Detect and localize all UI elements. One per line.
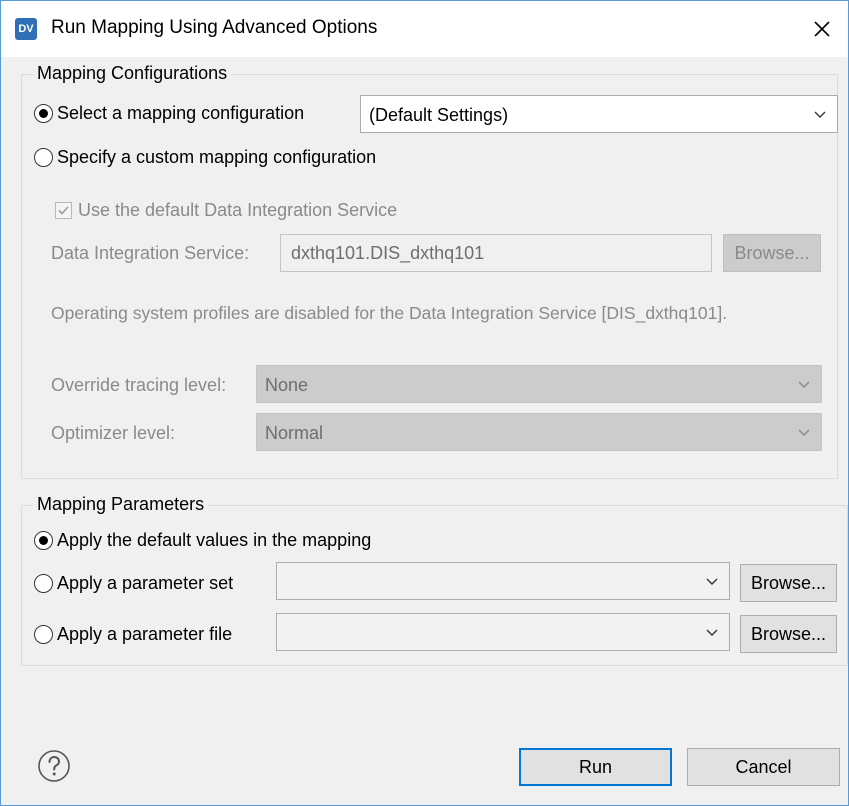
run-mapping-dialog: DV Run Mapping Using Advanced Options Ma… — [0, 0, 849, 806]
select-config-label: Select a mapping configuration — [57, 102, 305, 123]
check-icon — [58, 206, 69, 215]
dis-label: Data Integration Service: — [51, 243, 250, 263]
select-config-radio[interactable]: Select a mapping configuration — [34, 102, 304, 124]
optimizer-level-select[interactable]: Normal — [256, 413, 822, 451]
app-logo-icon: DV — [15, 18, 37, 40]
os-profiles-note: Operating system profiles are disabled f… — [51, 303, 728, 323]
cancel-button[interactable]: Cancel — [687, 748, 840, 786]
apply-param-set-radio[interactable]: Apply a parameter set — [34, 572, 233, 594]
chevron-down-icon — [798, 429, 810, 436]
dis-browse-button[interactable]: Browse... — [723, 234, 821, 272]
optimizer-level-label: Optimizer level: — [51, 423, 176, 443]
apply-param-file-label: Apply a parameter file — [57, 623, 233, 644]
tracing-level-value: None — [265, 375, 309, 395]
mapping-config-value: (Default Settings) — [369, 105, 509, 125]
apply-default-radio[interactable]: Apply the default values in the mapping — [34, 529, 371, 551]
chevron-down-icon — [798, 381, 810, 388]
parameter-file-select[interactable] — [276, 613, 730, 651]
dis-value: dxthq101.DIS_dxthq101 — [291, 243, 485, 263]
param-file-browse-button[interactable]: Browse... — [740, 615, 837, 653]
custom-config-label: Specify a custom mapping configuration — [57, 146, 377, 167]
help-icon[interactable] — [37, 749, 71, 783]
optimizer-level-value: Normal — [265, 423, 324, 443]
param-set-browse-button[interactable]: Browse... — [740, 564, 837, 602]
mapping-parameters-legend: Mapping Parameters — [33, 494, 209, 515]
chevron-down-icon — [706, 578, 718, 585]
tracing-level-select[interactable]: None — [256, 365, 822, 403]
close-icon[interactable] — [806, 13, 838, 45]
parameter-set-select[interactable] — [276, 562, 730, 600]
custom-config-radio[interactable]: Specify a custom mapping configuration — [34, 146, 376, 168]
use-default-dis-checkbox[interactable]: Use the default Data Integration Service — [55, 199, 397, 221]
chevron-down-icon — [814, 111, 826, 118]
radio-button[interactable] — [34, 573, 53, 593]
title-bar: DV Run Mapping Using Advanced Options — [1, 1, 848, 57]
apply-param-set-label: Apply a parameter set — [57, 572, 234, 593]
checkbox[interactable] — [55, 201, 72, 219]
use-default-dis-label: Use the default Data Integration Service — [78, 199, 398, 220]
radio-button[interactable] — [34, 147, 53, 167]
apply-default-label: Apply the default values in the mapping — [57, 529, 372, 550]
radio-button[interactable] — [34, 103, 53, 123]
dis-field[interactable]: dxthq101.DIS_dxthq101 — [280, 234, 712, 272]
run-button[interactable]: Run — [519, 748, 672, 786]
radio-button[interactable] — [34, 530, 53, 550]
mapping-config-select[interactable]: (Default Settings) — [360, 95, 838, 133]
mapping-configurations-legend: Mapping Configurations — [33, 63, 232, 84]
chevron-down-icon — [706, 629, 718, 636]
apply-param-file-radio[interactable]: Apply a parameter file — [34, 623, 232, 645]
radio-button[interactable] — [34, 624, 53, 644]
window-title: Run Mapping Using Advanced Options — [51, 17, 378, 38]
tracing-level-label: Override tracing level: — [51, 375, 227, 395]
